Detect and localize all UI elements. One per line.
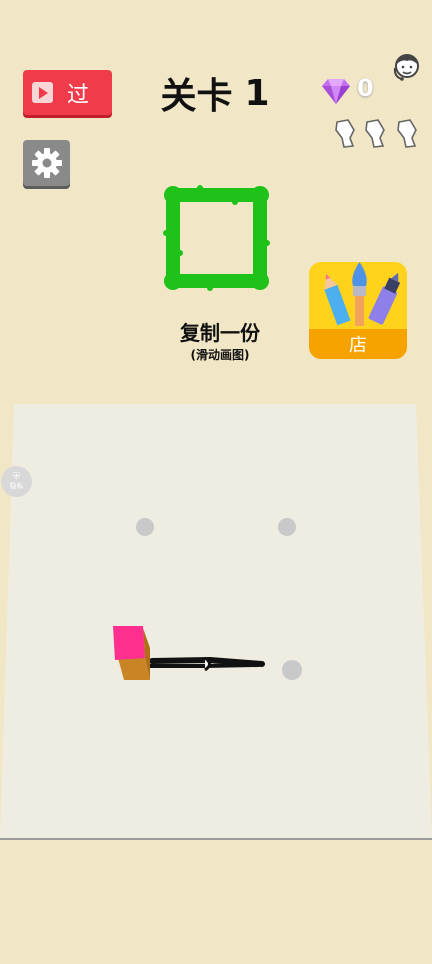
settings-button[interactable] xyxy=(23,140,70,186)
hint-icon xyxy=(397,119,417,148)
skip-level-button[interactable]: 过 xyxy=(23,70,112,115)
shop-button[interactable]: 店 xyxy=(309,262,407,359)
drawing-board[interactable] xyxy=(0,404,432,840)
shop-label: 店 xyxy=(309,329,407,359)
shield-icon: ⛨ xyxy=(13,472,20,482)
anchor-dot xyxy=(282,660,302,680)
privacy-label: 隐私 xyxy=(9,482,24,490)
target-shape xyxy=(163,185,270,291)
play-icon xyxy=(32,82,53,103)
level-label: 关卡 xyxy=(160,76,233,117)
gem-icon xyxy=(322,79,350,104)
level-number: 1 xyxy=(244,72,270,114)
instruction-subtitle: (滑动画图) xyxy=(190,348,250,362)
ground-divider xyxy=(0,838,432,840)
hint-icon xyxy=(335,119,355,148)
hint-icon xyxy=(365,119,385,148)
level-title: 关卡 1 xyxy=(140,68,290,118)
instruction-title: 复制一份 xyxy=(180,321,260,345)
gem-count: 0 xyxy=(357,74,374,102)
customer-support-icon[interactable] xyxy=(390,50,424,84)
anchor-dot xyxy=(136,518,154,536)
paint-tools-icon xyxy=(324,262,401,326)
hints[interactable] xyxy=(334,116,422,150)
anchor-dot xyxy=(278,518,296,536)
gear-icon xyxy=(31,148,62,178)
skip-label: 过 xyxy=(67,82,90,108)
privacy-button[interactable]: ⛨ 隐私 xyxy=(1,466,32,497)
